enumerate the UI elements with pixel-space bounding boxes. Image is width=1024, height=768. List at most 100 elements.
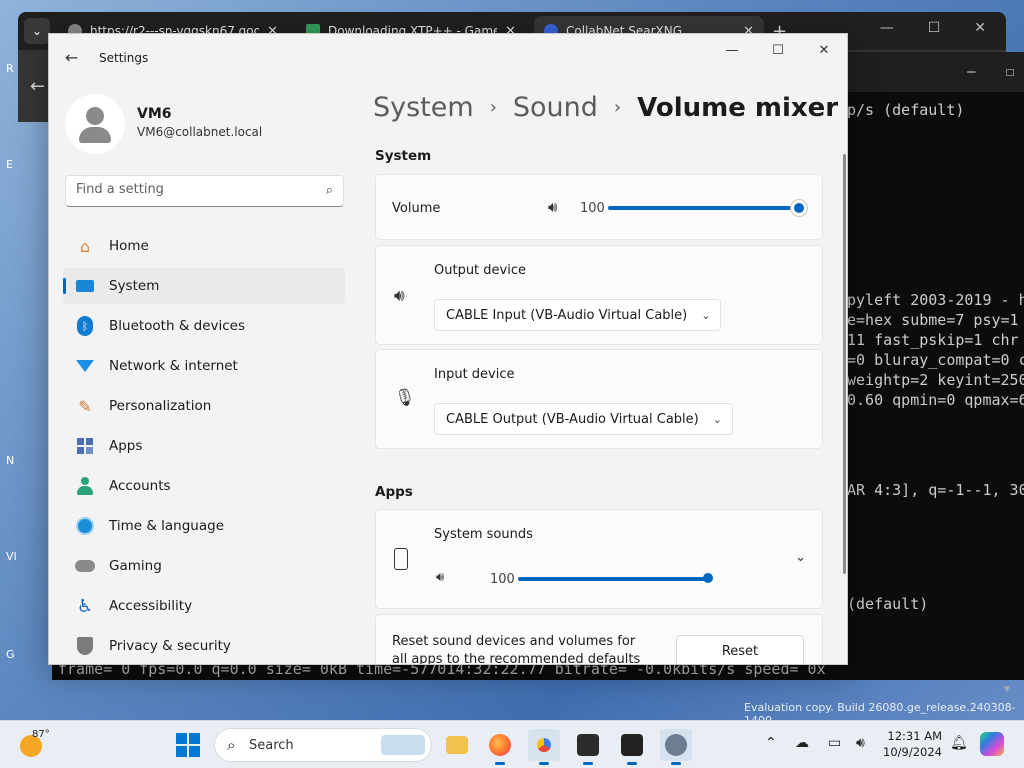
- tab-list-chevron-icon[interactable]: ⌄: [24, 18, 50, 44]
- nav-item-accessibility[interactable]: ♿ Accessibility: [63, 588, 345, 624]
- chevron-down-icon[interactable]: ⌄: [795, 550, 806, 565]
- system-sounds-slider-thumb[interactable]: [700, 570, 714, 584]
- speaker-icon: 🔊︎: [394, 286, 405, 306]
- accessibility-icon: ♿: [76, 595, 94, 617]
- chevron-right-icon: ›: [613, 97, 622, 118]
- taskbar: 87° ⌕ Search ⌃ ☁ ▭ 🔊︎ 12:31 AM 10/9/2024…: [0, 720, 1024, 768]
- start-button[interactable]: [176, 733, 200, 757]
- file-explorer-icon[interactable]: [441, 729, 473, 761]
- settings-nav: ⌂ Home System ᛒ Bluetooth & devices Netw…: [63, 228, 345, 664]
- bell-icon[interactable]: 🔔︎: [950, 735, 968, 751]
- nav-item-bluetooth[interactable]: ᛒ Bluetooth & devices: [63, 308, 345, 344]
- maximize-icon[interactable]: ☐: [928, 20, 941, 36]
- browser-window-controls: — ☐ ✕: [880, 20, 986, 36]
- chevron-down-icon: ⌄: [701, 308, 711, 322]
- terminal-icon[interactable]: [572, 729, 604, 765]
- nav-label: Apps: [109, 438, 143, 454]
- minimize-icon[interactable]: —: [880, 20, 894, 36]
- nav-item-system[interactable]: System: [63, 268, 345, 304]
- volume-slider-track[interactable]: [608, 206, 798, 210]
- scroll-down-icon[interactable]: ▼: [1004, 684, 1010, 695]
- nav-label: Time & language: [109, 518, 225, 534]
- nav-label: Network & internet: [109, 358, 238, 374]
- scrollbar[interactable]: [843, 154, 846, 574]
- volume-icon[interactable]: 🔊︎: [856, 735, 865, 751]
- breadcrumb: System › Sound › Volume mixer: [373, 92, 838, 123]
- terminal-line: 0.60 qpmin=0 qpmax=6: [847, 391, 1024, 409]
- section-title-system: System: [375, 148, 432, 164]
- nav-item-home[interactable]: ⌂ Home: [63, 228, 345, 264]
- nav-item-personalization[interactable]: ✎ Personalization: [63, 388, 345, 424]
- nav-label: Personalization: [109, 398, 212, 414]
- nav-label: System: [109, 278, 160, 294]
- brush-icon: ✎: [78, 396, 92, 416]
- chevron-up-icon[interactable]: ⌃: [765, 735, 777, 751]
- input-device-dropdown[interactable]: CABLE Output (VB-Audio Virtual Cable) ⌄: [434, 403, 733, 435]
- nav-item-accounts[interactable]: Accounts: [63, 468, 345, 504]
- system-sounds-slider-track[interactable]: [518, 577, 708, 581]
- back-arrow-icon[interactable]: ←: [30, 76, 45, 97]
- window-title: Settings: [99, 51, 149, 65]
- desktop-letter: E: [6, 158, 13, 171]
- minimize-button[interactable]: —: [709, 34, 755, 66]
- chevron-right-icon: ›: [489, 97, 497, 118]
- maximize-icon[interactable]: ☐: [1006, 64, 1014, 80]
- search-input[interactable]: [76, 182, 306, 197]
- volume-slider-thumb[interactable]: [790, 199, 808, 217]
- search-icon[interactable]: ⌕: [326, 183, 333, 198]
- minimize-icon[interactable]: —: [967, 64, 975, 80]
- sync-app-icon[interactable]: [616, 729, 648, 765]
- settings-app-icon[interactable]: [660, 729, 692, 765]
- output-device-dropdown[interactable]: CABLE Input (VB-Audio Virtual Cable) ⌄: [434, 299, 722, 331]
- chevron-down-icon: ⌄: [712, 412, 722, 426]
- section-title-apps: Apps: [375, 484, 413, 500]
- system-sounds-value: 100: [490, 572, 515, 587]
- network-off-icon[interactable]: ☁: [795, 735, 809, 751]
- breadcrumb-sound[interactable]: Sound: [513, 92, 598, 123]
- back-arrow-icon[interactable]: ←: [65, 48, 78, 67]
- nav-label: Privacy & security: [109, 638, 231, 654]
- firefox-icon[interactable]: [484, 729, 516, 765]
- nav-item-apps[interactable]: Apps: [63, 428, 345, 464]
- desktop-icons: R E N VI G: [0, 50, 20, 710]
- profile-email: VM6@collabnet.local: [137, 125, 263, 139]
- volume-value: 100: [580, 201, 605, 216]
- clock[interactable]: 12:31 AM 10/9/2024: [880, 728, 942, 760]
- desktop-letter: G: [6, 648, 15, 661]
- account-icon: [75, 476, 95, 496]
- input-device-card: 🎙︎ Input device CABLE Output (VB-Audio V…: [375, 349, 823, 449]
- maximize-button[interactable]: ☐: [755, 34, 801, 66]
- gamepad-icon: [75, 556, 95, 576]
- nav-label: Gaming: [109, 558, 162, 574]
- nav-label: Accessibility: [109, 598, 193, 614]
- weather-widget[interactable]: 87°: [20, 729, 50, 757]
- bluetooth-icon: ᛒ: [75, 316, 95, 336]
- breadcrumb-system[interactable]: System: [373, 92, 474, 123]
- speaker-icon[interactable]: 🔊︎: [436, 570, 444, 585]
- terminal-line: =0 bluray_compat=0 c: [847, 351, 1024, 369]
- display-icon[interactable]: ▭: [828, 735, 841, 751]
- close-button[interactable]: ✕: [801, 34, 847, 66]
- apps-icon: [75, 436, 95, 456]
- desktop-letter: R: [6, 62, 14, 75]
- copilot-icon[interactable]: [980, 732, 1004, 756]
- nav-item-gaming[interactable]: Gaming: [63, 548, 345, 584]
- clock-time: 12:31 AM: [887, 729, 942, 743]
- shield-icon: [75, 636, 95, 656]
- nav-label: Accounts: [109, 478, 171, 494]
- speaker-device-icon: [394, 548, 408, 570]
- nav-item-privacy[interactable]: Privacy & security: [63, 628, 345, 664]
- find-setting-box: ⌕: [65, 175, 344, 207]
- nav-label: Home: [109, 238, 149, 254]
- reset-button[interactable]: Reset: [676, 635, 804, 664]
- taskbar-search[interactable]: ⌕ Search: [214, 728, 432, 762]
- system-sounds-label: System sounds: [434, 527, 533, 542]
- input-device-label: Input device: [434, 367, 515, 382]
- speaker-icon[interactable]: 🔊︎: [548, 198, 557, 216]
- input-device-value: CABLE Output (VB-Audio Virtual Cable): [446, 411, 699, 427]
- close-icon[interactable]: ✕: [974, 20, 986, 36]
- chrome-icon[interactable]: [528, 729, 560, 765]
- wifi-icon: [75, 356, 95, 376]
- nav-item-network[interactable]: Network & internet: [63, 348, 345, 384]
- nav-item-time-language[interactable]: Time & language: [63, 508, 345, 544]
